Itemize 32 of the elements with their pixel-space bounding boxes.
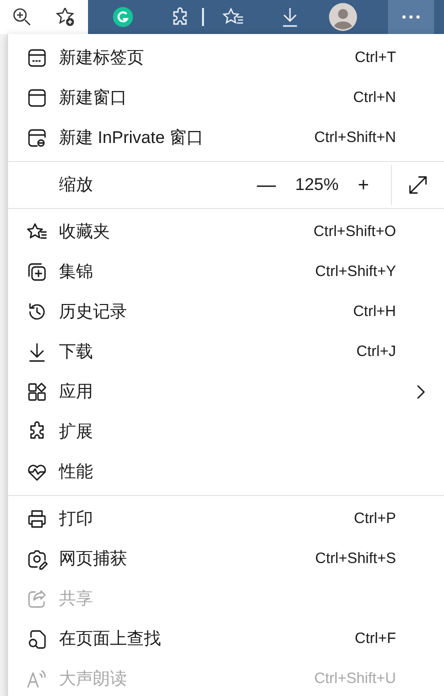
- menu-item[interactable]: 打印 Ctrl+P: [8, 499, 444, 539]
- menu-item[interactable]: 网页捕获 Ctrl+Shift+S: [8, 539, 444, 579]
- download-icon: [281, 7, 299, 27]
- menu-item[interactable]: 历史记录 Ctrl+H: [8, 292, 444, 332]
- menu-item[interactable]: 新建 InPrivate 窗口 Ctrl+Shift+N: [8, 118, 444, 158]
- more-icon: [402, 15, 420, 19]
- menu-item[interactable]: 新建窗口 Ctrl+N: [8, 78, 444, 118]
- zoom-in-button[interactable]: +: [346, 176, 381, 194]
- menu-item[interactable]: 收藏夹 Ctrl+Shift+O: [8, 212, 444, 252]
- favorites-icon: [222, 7, 244, 27]
- zoom-out-button[interactable]: —: [244, 176, 288, 194]
- read-aloud-icon: [26, 668, 48, 690]
- apps-icon: [26, 381, 48, 403]
- menu-item[interactable]: 集锦 Ctrl+Shift+Y: [8, 252, 444, 292]
- window-icon: [26, 87, 48, 109]
- capture-icon: [26, 548, 48, 570]
- menu-item[interactable]: 应用: [8, 372, 444, 412]
- menu-item[interactable]: 性能: [8, 452, 444, 492]
- zoom-level: 125%: [294, 174, 340, 196]
- menu-item[interactable]: 在页面上查找 Ctrl+F: [8, 619, 444, 659]
- tab-icon: [26, 47, 48, 69]
- share-icon: [26, 588, 48, 610]
- zoom-label: 缩放: [59, 174, 93, 196]
- private-window-icon: [26, 127, 48, 149]
- collections-icon: [26, 261, 48, 283]
- expand-icon: [407, 174, 429, 196]
- menu-item[interactable]: 下载 Ctrl+J: [8, 332, 444, 372]
- find-page-icon: [26, 628, 48, 650]
- print-icon: [26, 508, 48, 530]
- menu-item[interactable]: 新建标签页 Ctrl+T: [8, 38, 444, 78]
- g-logo-icon: [113, 7, 133, 27]
- menu-item[interactable]: 扩展: [8, 412, 444, 452]
